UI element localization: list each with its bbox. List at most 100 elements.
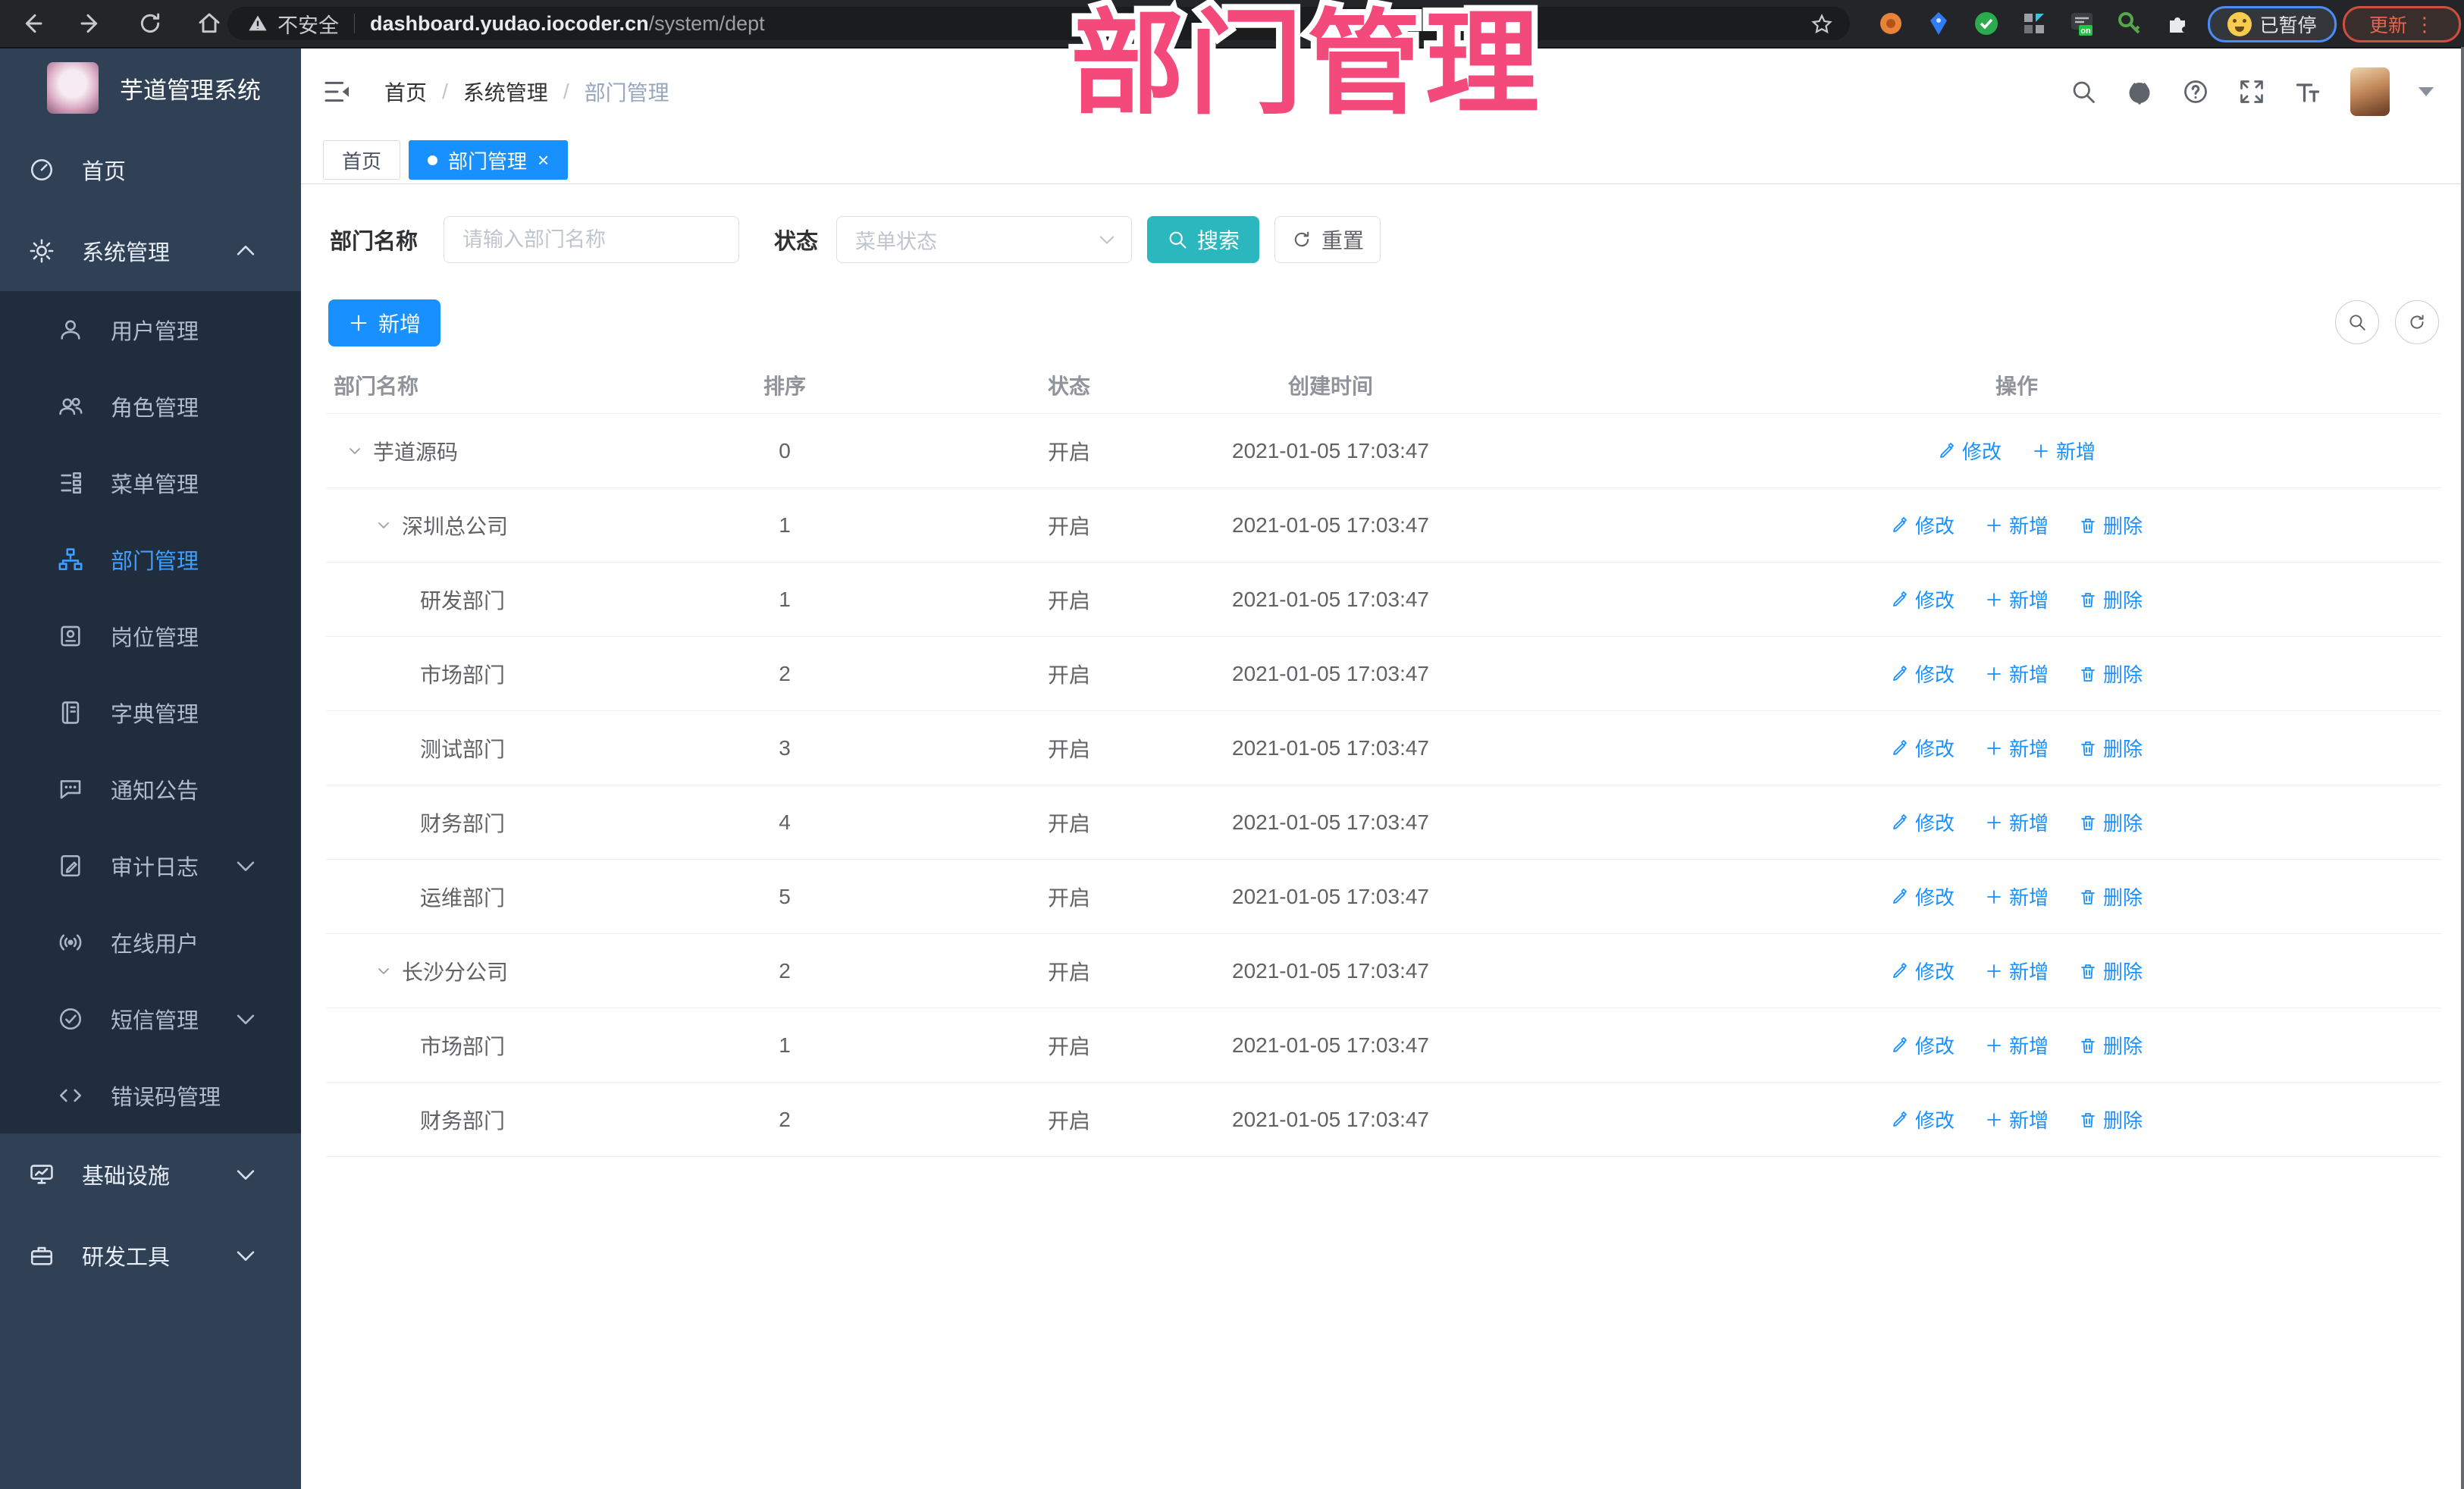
- sidebar-item-home[interactable]: 首页: [0, 129, 301, 210]
- reload-icon[interactable]: [138, 11, 162, 36]
- security-label[interactable]: 不安全: [277, 9, 339, 39]
- reset-button-label: 重置: [1321, 229, 1365, 252]
- add-child-link[interactable]: 新增: [1985, 660, 2049, 688]
- add-child-link[interactable]: 新增: [1985, 808, 2049, 836]
- add-button[interactable]: 新增: [328, 299, 440, 346]
- add-child-link[interactable]: 新增: [1985, 734, 2049, 762]
- plus-icon: [1985, 665, 2003, 683]
- table-row: 财务部门 2 开启 2021-01-05 17:03:47 修改 新增 删除: [326, 1083, 2441, 1157]
- sidebar-item-audit-log[interactable]: 审计日志: [0, 827, 301, 904]
- modify-link[interactable]: 修改: [1891, 882, 1955, 911]
- home-icon[interactable]: [197, 11, 221, 36]
- extension-icon-on-badge[interactable]: on: [2068, 10, 2096, 37]
- sidebar-item-dev-tools[interactable]: 研发工具: [0, 1215, 301, 1296]
- delete-link[interactable]: 删除: [2079, 882, 2143, 911]
- extension-icon-orange[interactable]: [1877, 10, 1904, 37]
- sidebar-item-label: 基础设施: [82, 1164, 171, 1189]
- chevron-down-icon: [233, 1243, 259, 1268]
- search-icon[interactable]: [2070, 78, 2097, 105]
- delete-link[interactable]: 删除: [2079, 1031, 2143, 1059]
- sidebar-item-sms[interactable]: 短信管理: [0, 980, 301, 1057]
- extension-icon-puzzle[interactable]: [2164, 10, 2191, 37]
- sidebar-item-users[interactable]: 用户管理: [0, 291, 301, 368]
- reset-button[interactable]: 重置: [1274, 216, 1381, 263]
- github-icon[interactable]: [2126, 78, 2153, 105]
- sidebar-item-notice[interactable]: 通知公告: [0, 751, 301, 827]
- sidebar-item-online-users[interactable]: 在线用户: [0, 904, 301, 980]
- browser-update-button[interactable]: 更新 ⋮: [2343, 6, 2461, 42]
- dept-status: 开启: [1047, 1034, 1090, 1058]
- fullscreen-icon[interactable]: [2238, 78, 2265, 105]
- modify-link[interactable]: 修改: [1891, 1031, 1955, 1059]
- delete-link[interactable]: 删除: [2079, 734, 2143, 762]
- delete-link[interactable]: 删除: [2079, 511, 2143, 539]
- sidebar-item-error-codes[interactable]: 错误码管理: [0, 1057, 301, 1133]
- browser-profile-chip[interactable]: 已暂停: [2208, 6, 2337, 42]
- close-icon[interactable]: ×: [538, 150, 549, 170]
- url-path[interactable]: /system/dept: [649, 12, 765, 36]
- breadcrumb-system[interactable]: 系统管理: [463, 77, 548, 107]
- delete-link[interactable]: 删除: [2079, 957, 2143, 985]
- modify-link[interactable]: 修改: [1891, 957, 1955, 985]
- user-avatar[interactable]: [2350, 67, 2390, 116]
- extension-icon-key[interactable]: [2116, 10, 2143, 37]
- status-select[interactable]: 菜单状态: [836, 216, 1133, 263]
- delete-link[interactable]: 删除: [2079, 1105, 2143, 1133]
- browser-menu-dots-icon[interactable]: ⋮: [2415, 14, 2434, 34]
- modify-link[interactable]: 修改: [1891, 734, 1955, 762]
- hamburger-icon[interactable]: [322, 77, 353, 107]
- font-size-icon[interactable]: [2294, 78, 2321, 105]
- tab-home[interactable]: 首页: [323, 140, 401, 180]
- url-host[interactable]: dashboard.yudao.iocoder.cn: [370, 12, 649, 36]
- scrollbar[interactable]: [2461, 47, 2464, 1489]
- delete-link[interactable]: 删除: [2079, 808, 2143, 836]
- caret-down-icon[interactable]: [2419, 87, 2434, 96]
- sidebar-item-label: 岗位管理: [111, 625, 199, 650]
- sidebar-item-posts[interactable]: 岗位管理: [0, 597, 301, 674]
- modify-link[interactable]: 修改: [1891, 1105, 1955, 1133]
- back-icon[interactable]: [20, 11, 44, 36]
- expand-caret-icon[interactable]: [375, 516, 393, 534]
- refresh-table-button[interactable]: [2395, 300, 2439, 344]
- extension-icon-green-check[interactable]: [1973, 10, 2000, 37]
- sidebar-item-dict[interactable]: 字典管理: [0, 674, 301, 751]
- app-logo-row[interactable]: 芋道管理系统: [0, 47, 301, 129]
- expand-caret-icon[interactable]: [375, 962, 393, 980]
- delete-link[interactable]: 删除: [2079, 660, 2143, 688]
- search-button[interactable]: 搜索: [1147, 216, 1260, 263]
- trash-icon: [2079, 516, 2097, 534]
- sidebar-item-infrastructure[interactable]: 基础设施: [0, 1133, 301, 1215]
- extension-icon-blue-pin[interactable]: [1925, 10, 1952, 37]
- modify-link[interactable]: 修改: [1891, 808, 1955, 836]
- dept-status: 开启: [1047, 663, 1090, 687]
- sidebar-item-roles[interactable]: 角色管理: [0, 368, 301, 444]
- extension-icon-grid[interactable]: [2020, 10, 2048, 37]
- breadcrumb-home[interactable]: 首页: [384, 77, 427, 107]
- bookmark-star-icon[interactable]: [1810, 13, 1833, 36]
- modify-link[interactable]: 修改: [1891, 511, 1955, 539]
- add-child-link[interactable]: 新增: [1985, 1031, 2049, 1059]
- dept-name-input[interactable]: [444, 216, 740, 263]
- add-child-link[interactable]: 新增: [1985, 511, 2049, 539]
- add-child-link[interactable]: 新增: [1985, 957, 2049, 985]
- modify-link[interactable]: 修改: [1938, 437, 2002, 465]
- add-child-link[interactable]: 新增: [1985, 585, 2049, 613]
- sidebar-item-system[interactable]: 系统管理: [0, 210, 301, 291]
- address-bar[interactable]: 不安全 dashboard.yudao.iocoder.cn/system/de…: [227, 7, 1850, 40]
- table-row: 财务部门 4 开启 2021-01-05 17:03:47 修改 新增 删除: [326, 785, 2441, 860]
- tab-dept-management[interactable]: 部门管理 ×: [409, 140, 569, 180]
- add-child-link[interactable]: 新增: [1985, 882, 2049, 911]
- add-child-link[interactable]: 新增: [1985, 1105, 2049, 1133]
- modify-link[interactable]: 修改: [1891, 585, 1955, 613]
- sidebar-item-menus[interactable]: 菜单管理: [0, 444, 301, 521]
- dept-name: 芋道源码: [373, 440, 459, 464]
- sidebar-item-label: 用户管理: [111, 319, 199, 344]
- add-child-link[interactable]: 新增: [2032, 437, 2096, 465]
- help-icon[interactable]: [2182, 78, 2209, 105]
- expand-caret-icon[interactable]: [346, 442, 364, 460]
- modify-link[interactable]: 修改: [1891, 660, 1955, 688]
- sidebar-item-depts[interactable]: 部门管理: [0, 521, 301, 597]
- toggle-search-button[interactable]: [2335, 300, 2379, 344]
- forward-icon[interactable]: [79, 11, 103, 36]
- delete-link[interactable]: 删除: [2079, 585, 2143, 613]
